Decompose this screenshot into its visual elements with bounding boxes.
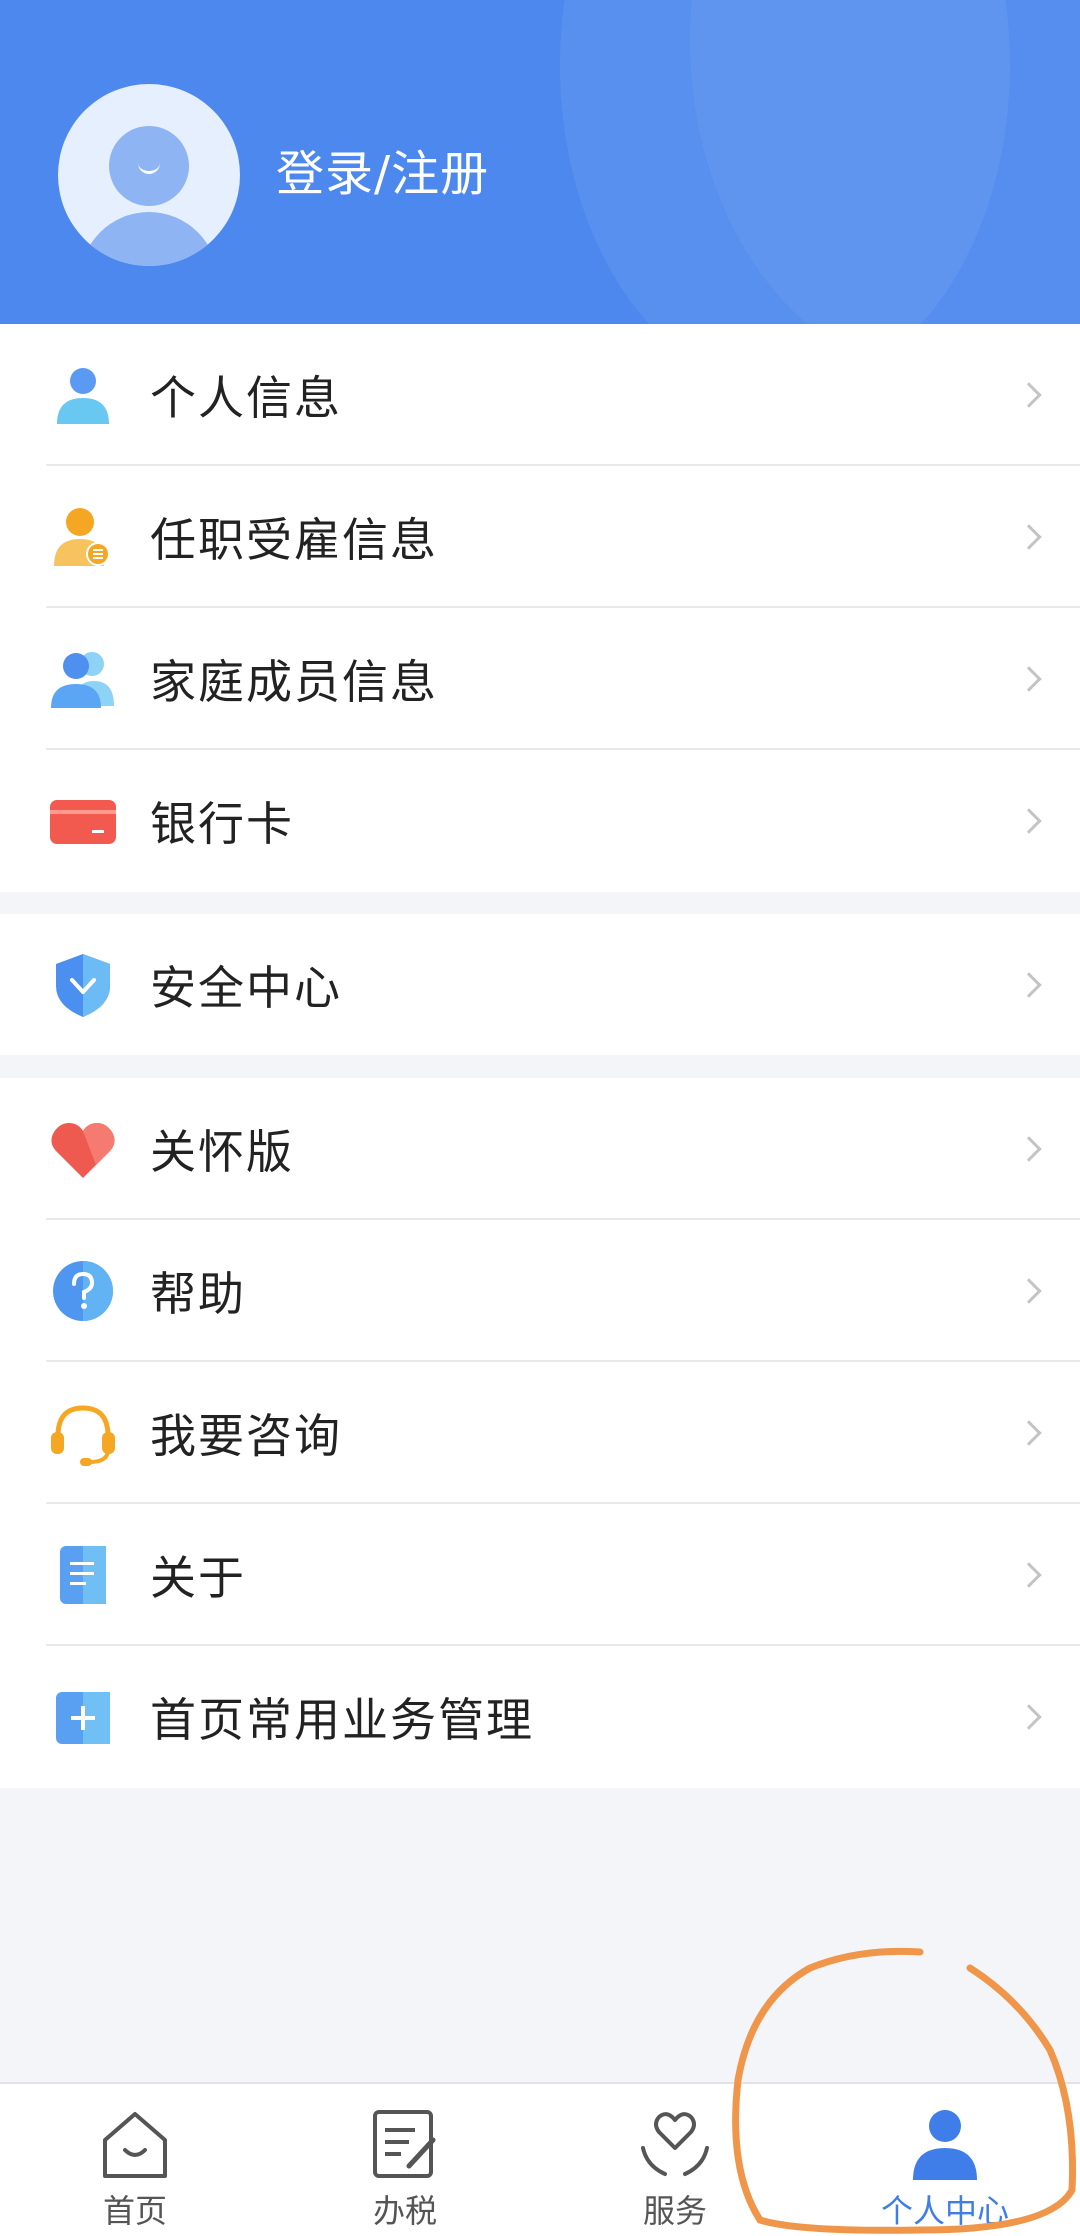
employment-icon <box>54 508 110 566</box>
menu-item-employment-info[interactable]: 任职受雇信息 <box>0 466 1080 608</box>
page: 登录/注册 个人信息 任职受雇信息 家庭成员信息 银行卡 安全中心 关怀版 帮助… <box>0 0 1080 2236</box>
chevron-right-icon <box>1016 971 1042 998</box>
menu-item-security-center[interactable]: 安全中心 <box>0 914 1080 1055</box>
menu-item-home-business-management[interactable]: 首页常用业务管理 <box>0 1646 1080 1788</box>
bottom-tab-bar: 首页 办税 服务 个人中心 <box>0 2082 1080 2236</box>
headset-icon <box>51 1405 115 1466</box>
service-heart-icon <box>641 2112 709 2176</box>
chevron-right-icon <box>1016 382 1042 408</box>
menu-item-label: 银行卡 <box>150 797 294 851</box>
plus-icon <box>56 1692 110 1744</box>
menu-item-label: 帮助 <box>150 1267 246 1321</box>
tab-label: 个人中心 <box>880 2192 1009 2230</box>
home-icon <box>103 2112 167 2178</box>
tab-label: 办税 <box>372 2192 437 2230</box>
profile-header: 登录/注册 <box>0 0 1080 324</box>
user-center-icon <box>913 2110 977 2180</box>
avatar[interactable] <box>58 84 240 266</box>
family-icon <box>51 652 114 708</box>
chevron-right-icon <box>1016 1278 1042 1304</box>
tab-personal-center[interactable]: 个人中心 <box>810 2084 1080 2236</box>
menu-item-bank-card[interactable]: 银行卡 <box>0 750 1080 892</box>
menu-item-about[interactable]: 关于 <box>0 1504 1080 1646</box>
menu-item-consult[interactable]: 我要咨询 <box>0 1362 1080 1504</box>
menu-item-label: 关于 <box>150 1551 246 1605</box>
chevron-right-icon <box>1016 808 1042 834</box>
menu-item-care-version[interactable]: 关怀版 <box>0 1078 1080 1220</box>
person-icon <box>57 368 109 424</box>
bank-card-icon <box>50 800 116 844</box>
chevron-right-icon <box>1016 1136 1042 1162</box>
security-group: 安全中心 <box>0 914 1080 1055</box>
tab-tax[interactable]: 办税 <box>270 2084 540 2236</box>
document-icon <box>60 1546 106 1604</box>
tab-service[interactable]: 服务 <box>540 2084 810 2236</box>
chevron-right-icon <box>1016 524 1042 550</box>
more-group: 关怀版 帮助 我要咨询 关于 首页常用业务管理 <box>0 1078 1080 1788</box>
personal-info-group: 个人信息 任职受雇信息 家庭成员信息 银行卡 <box>0 324 1080 892</box>
menu-item-label: 个人信息 <box>150 371 342 425</box>
menu-item-personal-info[interactable]: 个人信息 <box>0 324 1080 466</box>
tax-edit-icon <box>373 2110 436 2178</box>
chevron-right-icon <box>1016 1704 1042 1730</box>
menu-item-label: 家庭成员信息 <box>150 655 438 709</box>
tab-label: 服务 <box>642 2192 707 2230</box>
chevron-right-icon <box>1016 666 1042 692</box>
tab-label: 首页 <box>102 2192 167 2230</box>
menu-item-label: 任职受雇信息 <box>150 513 438 567</box>
question-icon <box>53 1261 113 1321</box>
menu-item-help[interactable]: 帮助 <box>0 1220 1080 1362</box>
avatar-body-icon <box>80 212 218 266</box>
menu-item-label: 安全中心 <box>150 960 342 1015</box>
shield-icon <box>56 953 110 1017</box>
heart-icon <box>51 1123 115 1178</box>
chevron-right-icon <box>1016 1562 1042 1588</box>
login-register-link[interactable]: 登录/注册 <box>276 140 489 208</box>
menu-item-label: 我要咨询 <box>150 1409 342 1463</box>
menu-item-label: 首页常用业务管理 <box>150 1693 534 1747</box>
chevron-right-icon <box>1016 1420 1042 1446</box>
tab-home[interactable]: 首页 <box>0 2084 270 2236</box>
menu-item-label: 关怀版 <box>150 1125 294 1179</box>
menu-item-family-info[interactable]: 家庭成员信息 <box>0 608 1080 750</box>
